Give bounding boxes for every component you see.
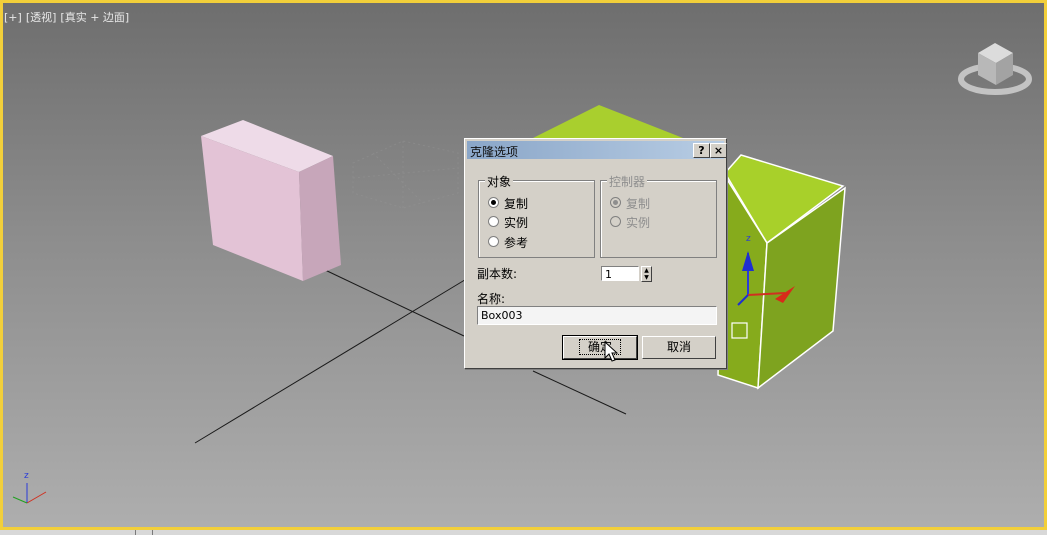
svg-text:z: z <box>746 234 751 244</box>
radio-checked-icon <box>610 197 621 208</box>
dialog-title: 克隆选项 <box>470 145 519 159</box>
mouse-cursor-icon <box>604 341 618 362</box>
world-axis-icon <box>12 483 47 504</box>
object-group: 对象 复制 实例 参考 <box>478 173 595 258</box>
radio-controller-copy-label: 复制 <box>626 197 651 211</box>
spinner-down-icon[interactable]: ▼ <box>642 274 651 281</box>
copies-spinner[interactable]: ▲ ▼ <box>641 266 652 282</box>
axis-z-label: z <box>24 471 29 481</box>
radio-object-reference-label: 参考 <box>504 236 529 250</box>
radio-object-instance-label: 实例 <box>504 216 529 230</box>
cancel-button[interactable]: 取消 <box>642 336 716 359</box>
name-input[interactable]: Box003 <box>477 306 717 325</box>
copies-input[interactable]: 1 <box>601 266 639 281</box>
perspective-viewport[interactable]: [+] [透视] [真实 + 边面] z z 克隆选项 ? × 对象 复制 实例… <box>0 0 1047 530</box>
clone-options-dialog: 克隆选项 ? × 对象 复制 实例 参考 控制器 复制 实例 副本数: 1 ▲ … <box>464 138 727 369</box>
strip-divider <box>152 530 153 535</box>
close-button[interactable]: × <box>710 143 727 158</box>
copies-label: 副本数: <box>477 267 518 281</box>
bottom-status-strip <box>0 530 1047 535</box>
viewcube-icon <box>958 43 1032 95</box>
object-group-legend: 对象 <box>485 173 514 190</box>
grid-axis-line <box>194 274 474 444</box>
dialog-title-bar[interactable]: 克隆选项 ? × <box>467 141 727 159</box>
controller-group: 控制器 复制 实例 <box>600 173 717 258</box>
green-box-selected <box>717 154 846 390</box>
spinner-up-icon[interactable]: ▲ <box>642 267 651 274</box>
radio-unchecked-icon[interactable] <box>488 216 499 227</box>
grid-axis-line <box>322 268 465 337</box>
radio-controller-instance-label: 实例 <box>626 216 651 230</box>
ok-button[interactable]: 确定 <box>562 335 638 360</box>
radio-unchecked-icon <box>610 216 621 227</box>
help-button[interactable]: ? <box>693 143 710 158</box>
name-label: 名称: <box>477 292 506 306</box>
radio-object-copy-label: 复制 <box>504 197 529 211</box>
pink-box <box>201 120 341 281</box>
controller-group-legend: 控制器 <box>607 173 648 190</box>
radio-checked-icon[interactable] <box>488 197 499 208</box>
ghost-object <box>352 140 459 209</box>
radio-unchecked-icon[interactable] <box>488 236 499 247</box>
grid-axis-line <box>532 370 627 415</box>
strip-divider <box>135 530 136 535</box>
